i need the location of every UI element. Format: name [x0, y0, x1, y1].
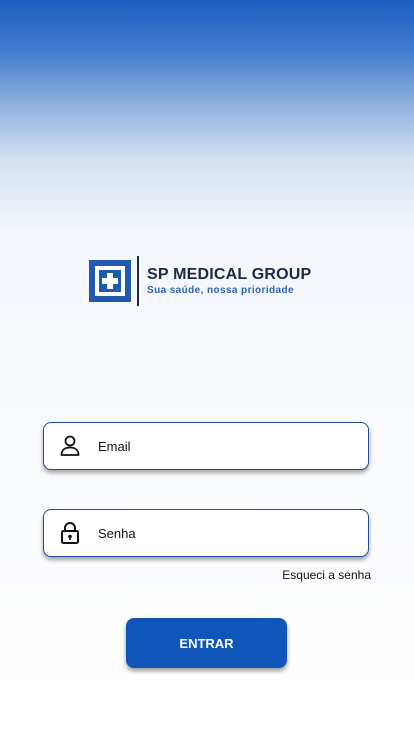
forgot-password-link[interactable]: Esqueci a senha — [282, 568, 371, 582]
email-input[interactable] — [98, 438, 338, 454]
email-field[interactable] — [43, 422, 369, 470]
logo-divider — [137, 256, 139, 306]
login-button[interactable]: ENTRAR — [126, 618, 287, 668]
logo-tagline: Sua saúde, nossa prioridade — [147, 284, 294, 296]
password-field[interactable] — [43, 509, 369, 557]
lock-icon — [61, 522, 79, 544]
logo: SP MEDICAL GROUP Sua saúde, nossa priori… — [89, 255, 329, 307]
logo-text: SP MEDICAL GROUP Sua saúde, nossa priori… — [147, 266, 311, 297]
medical-cross-icon — [89, 260, 131, 302]
user-icon — [60, 435, 80, 456]
password-input[interactable] — [98, 525, 338, 541]
login-screen: SP MEDICAL GROUP Sua saúde, nossa priori… — [0, 0, 414, 736]
logo-title: SP MEDICAL GROUP — [147, 265, 312, 283]
